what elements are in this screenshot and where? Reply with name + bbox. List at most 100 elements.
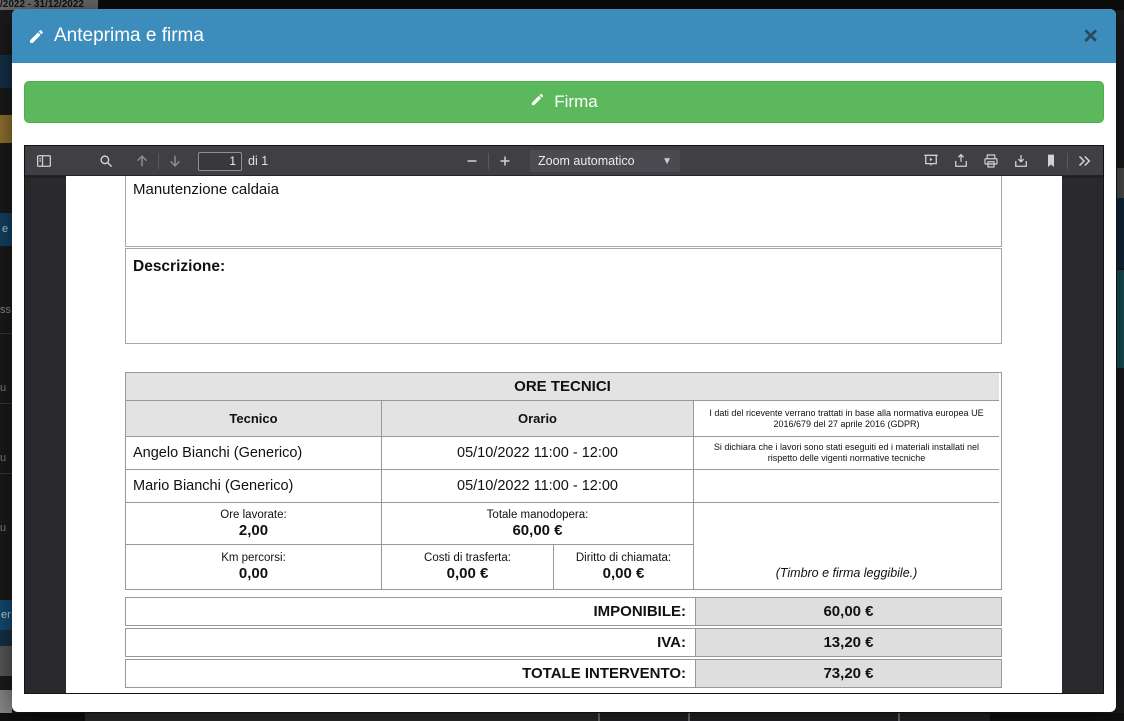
page-down-button[interactable] xyxy=(162,148,188,174)
descrizione-box: Descrizione: xyxy=(125,248,1002,344)
imponibile-row: IMPONIBILE: 60,00 € xyxy=(125,597,1002,626)
chevron-down-icon: ▼ xyxy=(662,156,672,167)
print-button[interactable] xyxy=(978,148,1004,174)
sidebar-toggle-button[interactable] xyxy=(31,148,57,174)
background-divider xyxy=(0,473,12,474)
background-fragment xyxy=(1117,270,1124,368)
background-fragment xyxy=(600,713,990,721)
ore-lavorate-label: Ore lavorate: xyxy=(220,509,286,521)
table-row-tecnico: Angelo Bianchi (Generico) xyxy=(126,437,382,470)
imponibile-label: IMPONIBILE: xyxy=(126,598,695,625)
diritto-chiamata-cell: Diritto di chiamata: 0,00 € xyxy=(554,545,694,589)
background-fragment xyxy=(0,690,12,714)
background-fragment xyxy=(1117,198,1124,268)
open-file-button[interactable] xyxy=(948,148,974,174)
costi-trasferta-label: Costi di trasferta: xyxy=(424,552,511,564)
descrizione-label: Descrizione: xyxy=(126,249,1001,282)
background-fragment: u xyxy=(0,521,12,535)
background-fragment: e xyxy=(0,213,12,246)
modal-title: Anteprima e firma xyxy=(28,25,204,47)
pdf-viewer: di 1 Zoom automatico ▼ xyxy=(24,145,1104,694)
table-row-nota: Si dichiara che i lavori sono stati eseg… xyxy=(694,437,999,470)
intervento-text: Manutenzione caldaia xyxy=(126,176,1001,204)
page-up-icon xyxy=(133,152,151,170)
km-percorsi-cell: Km percorsi: 0,00 xyxy=(126,545,382,589)
ore-lavorate-cell: Ore lavorate: 2,00 xyxy=(126,503,382,545)
toolbar-center-group: Zoom automatico ▼ xyxy=(459,146,680,176)
iva-row: IVA: 13,20 € xyxy=(125,628,1002,657)
km-percorsi-label: Km percorsi: xyxy=(221,552,286,564)
table-row-orario: 05/10/2022 11:00 - 12:00 xyxy=(382,470,694,503)
firma-button-label: Firma xyxy=(554,92,597,112)
background-fragment xyxy=(688,713,690,721)
download-button[interactable] xyxy=(1008,148,1034,174)
print-icon xyxy=(982,152,1000,170)
page-up-button[interactable] xyxy=(129,148,155,174)
gdpr-note: I dati del ricevente verrano trattati in… xyxy=(694,401,999,437)
totale-manodopera-cell: Totale manodopera: 60,00 € xyxy=(382,503,694,545)
background-divider xyxy=(0,403,12,404)
presentation-mode-icon xyxy=(922,152,940,170)
costi-trasferta-value: 0,00 € xyxy=(447,565,489,582)
background-fragment xyxy=(898,713,900,721)
pdf-page: Manutenzione caldaia Descrizione: ORE TE… xyxy=(66,176,1062,693)
iva-label: IVA: xyxy=(126,629,695,656)
background-left-strip: e ss u u u er xyxy=(0,10,12,721)
bookmark-icon xyxy=(1042,152,1060,170)
toolbar-right-group xyxy=(918,146,1097,176)
background-fragment xyxy=(1117,168,1124,198)
close-button[interactable]: × xyxy=(1081,24,1100,49)
timbro-firma-cell: (Timbro e firma leggibile.) xyxy=(694,503,999,589)
background-fragment: er xyxy=(0,600,12,630)
screen: /2022 - 31/12/2022 e ss u u u er xyxy=(0,0,1124,721)
column-header-orario: Orario xyxy=(382,401,694,437)
tools-menu-button[interactable] xyxy=(1071,148,1097,174)
page-count-label: di 1 xyxy=(248,154,268,168)
intervento-box: Manutenzione caldaia xyxy=(125,176,1002,247)
page-number-input[interactable] xyxy=(198,152,242,171)
diritto-chiamata-value: 0,00 € xyxy=(603,565,645,582)
costi-trasferta-cell: Costi di trasferta: 0,00 € xyxy=(382,545,554,589)
totale-manodopera-label: Totale manodopera: xyxy=(487,509,589,521)
background-fragment: ss xyxy=(0,303,12,317)
imponibile-value: 60,00 € xyxy=(695,598,1001,625)
modal-anteprima-e-firma: Anteprima e firma × Firma xyxy=(12,9,1116,712)
background-divider xyxy=(0,333,12,334)
pencil-icon xyxy=(530,92,545,112)
presentation-mode-button[interactable] xyxy=(918,148,944,174)
pdf-document-area[interactable]: Manutenzione caldaia Descrizione: ORE TE… xyxy=(25,176,1103,693)
totale-intervento-label: TOTALE INTERVENTO: xyxy=(126,660,695,687)
search-button[interactable] xyxy=(93,148,119,174)
background-right-strip xyxy=(1117,10,1124,721)
bookmark-button[interactable] xyxy=(1038,148,1064,174)
iva-value: 13,20 € xyxy=(695,629,1001,656)
zoom-out-icon xyxy=(463,152,481,170)
table-row-orario: 05/10/2022 11:00 - 12:00 xyxy=(382,437,694,470)
background-fragment xyxy=(598,713,600,721)
page-down-icon xyxy=(166,152,184,170)
firma-button[interactable]: Firma xyxy=(24,81,1104,123)
background-fragment xyxy=(0,630,12,646)
background-fragment xyxy=(85,713,598,721)
search-icon xyxy=(97,152,115,170)
totale-intervento-value: 73,20 € xyxy=(695,660,1001,687)
background-fragment: u xyxy=(0,381,12,395)
zoom-in-button[interactable] xyxy=(492,148,518,174)
zoom-in-icon xyxy=(496,152,514,170)
background-fragment: u xyxy=(0,451,12,465)
sidebar-toggle-icon xyxy=(35,152,53,170)
zoom-out-button[interactable] xyxy=(459,148,485,174)
pdf-toolbar: di 1 Zoom automatico ▼ xyxy=(25,146,1103,176)
background-fragment xyxy=(0,115,12,143)
table-row-tecnico: Mario Bianchi (Generico) xyxy=(126,470,382,503)
zoom-select-value: Zoom automatico xyxy=(538,154,635,168)
open-file-icon xyxy=(952,152,970,170)
totale-intervento-row: TOTALE INTERVENTO: 73,20 € xyxy=(125,659,1002,688)
ore-lavorate-value: 2,00 xyxy=(239,522,268,539)
modal-title-text: Anteprima e firma xyxy=(54,25,204,47)
diritto-chiamata-label: Diritto di chiamata: xyxy=(576,552,671,564)
background-fragment xyxy=(0,646,12,676)
zoom-select[interactable]: Zoom automatico ▼ xyxy=(530,150,680,172)
modal-header: Anteprima e firma × xyxy=(12,9,1116,63)
totale-manodopera-value: 60,00 € xyxy=(512,522,562,539)
